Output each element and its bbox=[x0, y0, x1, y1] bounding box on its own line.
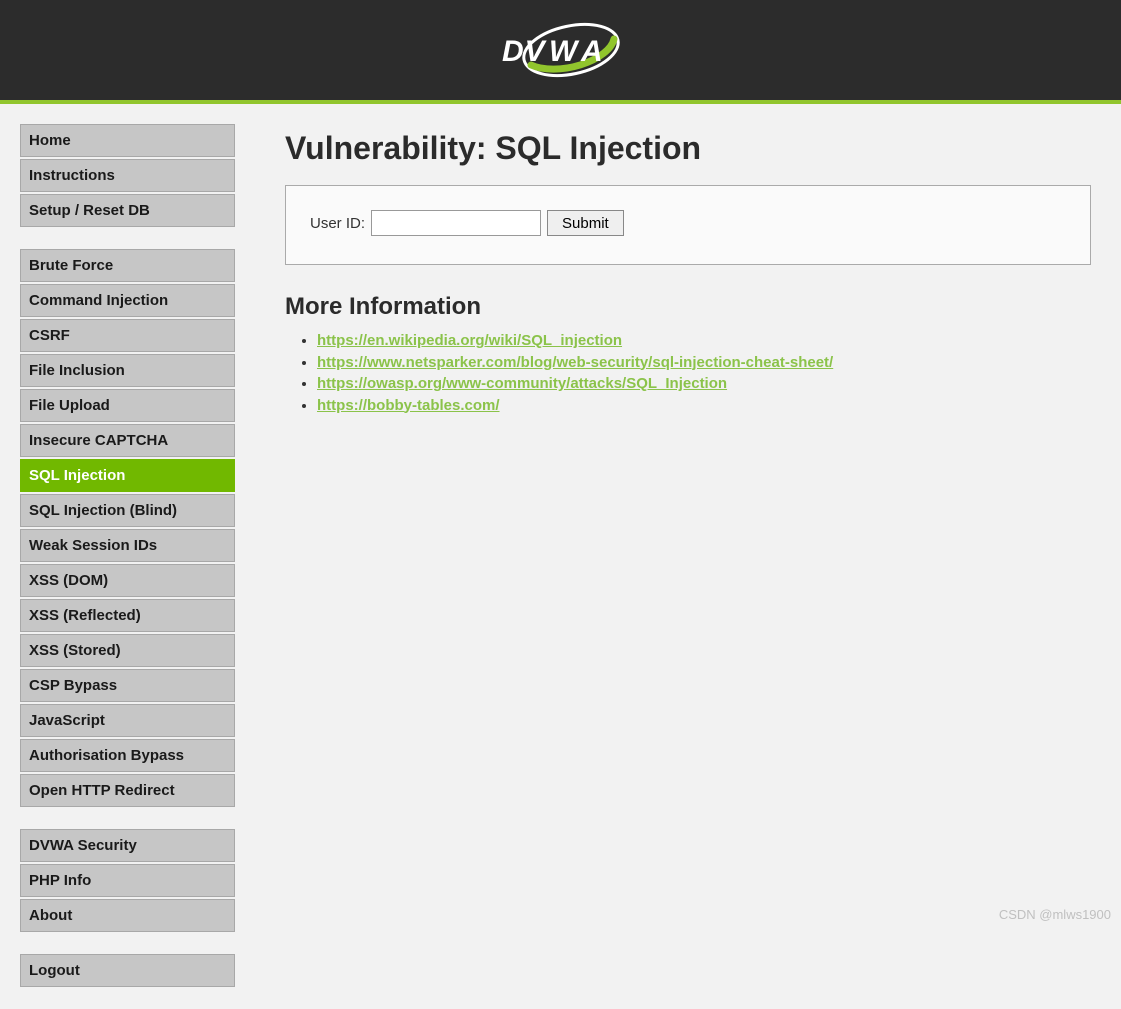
nav-instructions[interactable]: Instructions bbox=[20, 159, 235, 192]
nav-authorisation-bypass[interactable]: Authorisation Bypass bbox=[20, 739, 235, 772]
nav-file-inclusion[interactable]: File Inclusion bbox=[20, 354, 235, 387]
nav-open-http-redirect[interactable]: Open HTTP Redirect bbox=[20, 774, 235, 807]
info-link[interactable]: https://en.wikipedia.org/wiki/SQL_inject… bbox=[317, 332, 622, 349]
nav-about[interactable]: About bbox=[20, 899, 235, 932]
more-information-links: https://en.wikipedia.org/wiki/SQL_inject… bbox=[285, 331, 1091, 415]
form-box: User ID: Submit bbox=[285, 185, 1091, 265]
nav-javascript[interactable]: JavaScript bbox=[20, 704, 235, 737]
dvwa-logo: DV W A bbox=[486, 15, 636, 85]
nav-logout[interactable]: Logout bbox=[20, 954, 235, 987]
watermark: CSDN @mlws1900 bbox=[999, 907, 1111, 922]
logo-graphic: DV W A bbox=[486, 15, 636, 85]
info-link[interactable]: https://bobby-tables.com/ bbox=[317, 397, 500, 414]
nav-setup-reset-db[interactable]: Setup / Reset DB bbox=[20, 194, 235, 227]
info-link-item: https://en.wikipedia.org/wiki/SQL_inject… bbox=[317, 331, 1091, 351]
nav-home[interactable]: Home bbox=[20, 124, 235, 157]
info-link-item: https://www.netsparker.com/blog/web-secu… bbox=[317, 353, 1091, 373]
nav-csrf[interactable]: CSRF bbox=[20, 319, 235, 352]
info-link[interactable]: https://owasp.org/www-community/attacks/… bbox=[317, 375, 727, 392]
nav-sql-injection[interactable]: SQL Injection bbox=[20, 459, 235, 492]
more-information-heading: More Information bbox=[285, 293, 1091, 321]
nav-xss-dom[interactable]: XSS (DOM) bbox=[20, 564, 235, 597]
svg-text:A: A bbox=[580, 35, 604, 68]
nav-brute-force[interactable]: Brute Force bbox=[20, 249, 235, 282]
info-link-item: https://bobby-tables.com/ bbox=[317, 396, 1091, 416]
nav-xss-stored[interactable]: XSS (Stored) bbox=[20, 634, 235, 667]
info-link[interactable]: https://www.netsparker.com/blog/web-secu… bbox=[317, 354, 833, 371]
nav-xss-reflected[interactable]: XSS (Reflected) bbox=[20, 599, 235, 632]
info-link-item: https://owasp.org/www-community/attacks/… bbox=[317, 374, 1091, 394]
nav-command-injection[interactable]: Command Injection bbox=[20, 284, 235, 317]
nav-csp-bypass[interactable]: CSP Bypass bbox=[20, 669, 235, 702]
user-id-input[interactable] bbox=[371, 210, 541, 236]
header: DV W A bbox=[0, 0, 1121, 104]
nav-sql-injection-blind[interactable]: SQL Injection (Blind) bbox=[20, 494, 235, 527]
page-title: Vulnerability: SQL Injection bbox=[285, 130, 1091, 167]
nav-file-upload[interactable]: File Upload bbox=[20, 389, 235, 422]
nav-insecure-captcha[interactable]: Insecure CAPTCHA bbox=[20, 424, 235, 457]
nav-php-info[interactable]: PHP Info bbox=[20, 864, 235, 897]
svg-text:W: W bbox=[549, 35, 580, 68]
main-content: Vulnerability: SQL Injection User ID: Su… bbox=[235, 124, 1121, 417]
user-id-label: User ID: bbox=[310, 215, 365, 232]
nav-weak-session-ids[interactable]: Weak Session IDs bbox=[20, 529, 235, 562]
sidebar: HomeInstructionsSetup / Reset DB Brute Fo… bbox=[20, 124, 235, 1009]
submit-button[interactable]: Submit bbox=[547, 210, 624, 236]
svg-text:DV: DV bbox=[502, 35, 548, 68]
nav-dvwa-security[interactable]: DVWA Security bbox=[20, 829, 235, 862]
